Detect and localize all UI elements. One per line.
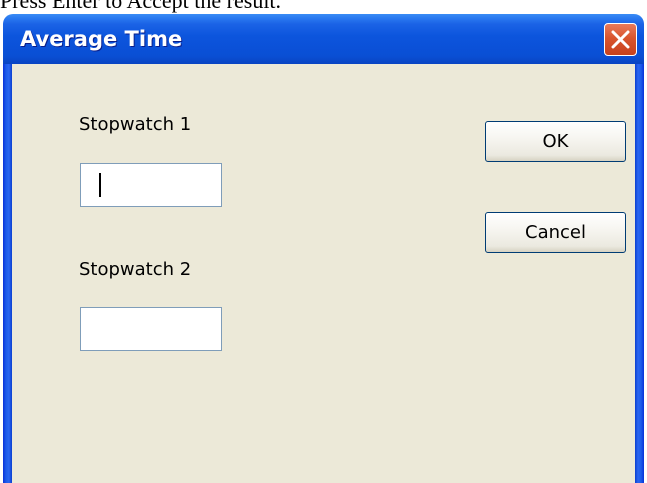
stopwatch1-label: Stopwatch 1 <box>79 114 192 135</box>
window-frame-left <box>3 64 12 483</box>
title-bar[interactable]: Average Time <box>3 14 644 64</box>
stopwatch2-label: Stopwatch 2 <box>79 259 192 280</box>
stopwatch2-input[interactable] <box>80 307 222 351</box>
dialog-window: Average Time Stopwatch 1 Stopwatch 2 OK … <box>3 14 644 483</box>
instruction-text: Press Enter to Accept the result. <box>0 0 282 13</box>
window-title: Average Time <box>20 27 183 51</box>
cancel-button[interactable]: Cancel <box>485 212 626 253</box>
stopwatch1-input[interactable] <box>80 163 222 207</box>
close-icon <box>611 30 630 49</box>
text-caret <box>99 173 101 197</box>
window-frame-right <box>635 64 644 483</box>
close-button[interactable] <box>604 23 637 56</box>
ok-button[interactable]: OK <box>485 121 626 162</box>
dialog-client-area: Stopwatch 1 Stopwatch 2 OK Cancel <box>12 64 635 483</box>
